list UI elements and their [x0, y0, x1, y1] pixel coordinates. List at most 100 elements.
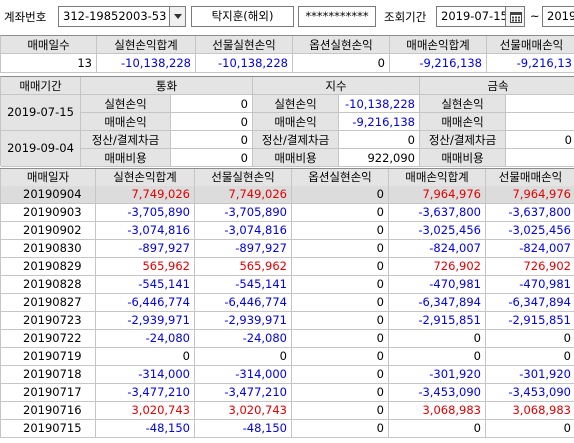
- cell-date: 20190718: [0, 366, 96, 384]
- cell-futures-realized: -3,477,210: [195, 384, 292, 402]
- cell-trading-total: -3,453,090: [389, 384, 486, 402]
- summary-header-trade-days: 매매일수: [1, 36, 97, 54]
- cell-date: 20190716: [0, 402, 96, 420]
- table-row[interactable]: 20190830 -897,927 -897,927 0 -824,007 -824,00…: [0, 240, 574, 258]
- list-header-row: 매매일자 실현손익합계 선물실현손익 옵션실현손익 매매손익합계 선물매매손익: [0, 168, 574, 187]
- detail-group-metal: 금속: [420, 77, 574, 95]
- account-label: 계좌번호: [4, 10, 47, 24]
- metal-label-settlement: 정산/결제차금: [420, 131, 506, 149]
- metal-settlement: 0: [506, 131, 574, 149]
- date-to-input[interactable]: 2019-0: [542, 6, 574, 27]
- cell-date: 20190830: [0, 240, 96, 258]
- cell-options-realized: 0: [292, 384, 389, 402]
- cell-options-realized: 0: [292, 294, 389, 312]
- cell-realized-total: 565,962: [96, 258, 195, 276]
- chevron-down-icon: [174, 14, 182, 19]
- list-header-realized-total[interactable]: 실현손익합계: [96, 169, 195, 187]
- table-row[interactable]: 20190717 -3,477,210 -3,477,210 0 -3,453,090-…: [0, 384, 574, 402]
- metal-realized: [506, 95, 574, 113]
- list-header-trading-total[interactable]: 매매손익합계: [389, 169, 486, 187]
- list-header-options-realized[interactable]: 옵션실현손익: [292, 169, 389, 187]
- summary-header-futures-realized: 선물실현손익: [196, 36, 293, 54]
- table-row[interactable]: 20190828 -545,141 -545,141 0 -470,981 -470,98…: [0, 276, 574, 294]
- cell-trading-total: -301,920: [389, 366, 486, 384]
- cell-options-realized: 0: [292, 402, 389, 420]
- password-field[interactable]: ***********: [298, 6, 376, 27]
- cell-options-realized: 0: [292, 312, 389, 330]
- cell-options-realized: 0: [292, 348, 389, 366]
- cell-futures-trading: -3,637,800: [486, 204, 574, 222]
- list-header-date[interactable]: 매매일자: [0, 169, 96, 187]
- table-row[interactable]: 20190722 -24,080 -24,080 0 0 0: [0, 330, 574, 348]
- cell-futures-trading: 0: [486, 330, 574, 348]
- cell-date: 20190903: [0, 204, 96, 222]
- calendar-from-button[interactable]: [505, 6, 525, 27]
- index-label-settlement: 정산/결제차금: [253, 131, 339, 149]
- metal-trading: [506, 113, 574, 131]
- cell-trading-total: -6,347,894: [389, 294, 486, 312]
- cell-date: 20190829: [0, 258, 96, 276]
- account-owner-field: 탁지훈(해외): [191, 6, 294, 27]
- currency-label-realized: 실현손익: [81, 95, 171, 113]
- metal-label-trading: 매매손익: [420, 113, 506, 131]
- table-row[interactable]: 20190715 -48,150 -48,150 0 0 0: [0, 420, 574, 438]
- index-cost: 922,090: [339, 149, 420, 167]
- detail-date-from: 2019-07-15: [1, 95, 81, 131]
- list-header-futures-trading[interactable]: 선물매매손익: [486, 169, 574, 187]
- cell-options-realized: 0: [292, 186, 389, 204]
- account-number-select[interactable]: 312-19852003-53: [58, 6, 170, 27]
- cell-realized-total: -3,477,210: [96, 384, 195, 402]
- cell-futures-realized: 0: [195, 348, 292, 366]
- cell-realized-total: -3,074,816: [96, 222, 195, 240]
- table-row[interactable]: 20190718 -314,000 -314,000 0 -301,920 -301,92…: [0, 366, 574, 384]
- table-row[interactable]: 20190716 3,020,743 3,020,743 0 3,068,983 3,06…: [0, 402, 574, 420]
- currency-cost: 0: [171, 149, 253, 167]
- metal-cost: [506, 149, 574, 167]
- cell-trading-total: -3,025,456: [389, 222, 486, 240]
- account-dropdown-button[interactable]: [169, 6, 186, 27]
- cell-date: 20190719: [0, 348, 96, 366]
- index-label-trading: 매매손익: [253, 113, 339, 131]
- cell-options-realized: 0: [292, 276, 389, 294]
- cell-futures-realized: -545,141: [195, 276, 292, 294]
- metal-label-cost: 매매비용: [420, 149, 506, 167]
- query-bar: 계좌번호 312-19852003-53 탁지훈(해외) ***********…: [0, 0, 574, 32]
- cell-futures-realized: -3,705,890: [195, 204, 292, 222]
- currency-label-trading: 매매손익: [81, 113, 171, 131]
- daily-pnl-list: 매매일자 실현손익합계 선물실현손익 옵션실현손익 매매손익합계 선물매매손익 …: [0, 168, 574, 443]
- cell-trading-total: -2,915,851: [389, 312, 486, 330]
- cell-futures-realized: -3,074,816: [195, 222, 292, 240]
- table-row[interactable]: 20190903 -3,705,890 -3,705,890 0 -3,637,800-…: [0, 204, 574, 222]
- summary-realized-total: -10,138,228: [97, 54, 196, 73]
- cell-futures-realized: 3,020,743: [195, 402, 292, 420]
- summary-header-options-realized: 옵션실현손익: [293, 36, 390, 54]
- cell-date: 20190902: [0, 222, 96, 240]
- cell-options-realized: 0: [292, 420, 389, 438]
- date-from-input[interactable]: 2019-07-15: [436, 6, 506, 27]
- table-row[interactable]: 20190904 7,749,026 7,749,026 0 7,964,976 7,96…: [0, 186, 574, 204]
- cell-date: 20190717: [0, 384, 96, 402]
- cell-futures-realized: -48,150: [195, 420, 292, 438]
- list-header-futures-realized[interactable]: 선물실현손익: [195, 169, 292, 187]
- table-row[interactable]: 20190902 -3,074,816 -3,074,816 0 -3,025,456-…: [0, 222, 574, 240]
- cell-options-realized: 0: [292, 204, 389, 222]
- calendar-icon: [510, 12, 522, 23]
- cell-futures-trading: -470,981: [486, 276, 574, 294]
- summary-table: 매매일수 실현손익합계 선물실현손익 옵션실현손익 매매손익합계 선물매매손익 …: [0, 35, 574, 73]
- summary-header-futures-trading: 선물매매손익: [487, 36, 574, 54]
- table-row[interactable]: 20190829 565,962 565,962 0 726,902 726,902: [0, 258, 574, 276]
- cell-realized-total: -6,446,774: [96, 294, 195, 312]
- cell-futures-trading: -824,007: [486, 240, 574, 258]
- cell-futures-realized: -24,080: [195, 330, 292, 348]
- cell-realized-total: 7,749,026: [96, 186, 195, 204]
- currency-trading: 0: [171, 113, 253, 131]
- cell-futures-trading: -2,915,851: [486, 312, 574, 330]
- table-row[interactable]: 20190723 -2,939,971 -2,939,971 0 -2,915,851-…: [0, 312, 574, 330]
- index-realized: -10,138,228: [339, 95, 420, 113]
- index-trading: -9,216,138: [339, 113, 420, 131]
- cell-futures-realized: -2,939,971: [195, 312, 292, 330]
- summary-header-realized-total: 실현손익합계: [97, 36, 196, 54]
- cell-futures-realized: 565,962: [195, 258, 292, 276]
- table-row[interactable]: 20190827 -6,446,774 -6,446,774 0 -6,347,894-…: [0, 294, 574, 312]
- table-row[interactable]: 20190719 0 0 0 0 0: [0, 348, 574, 366]
